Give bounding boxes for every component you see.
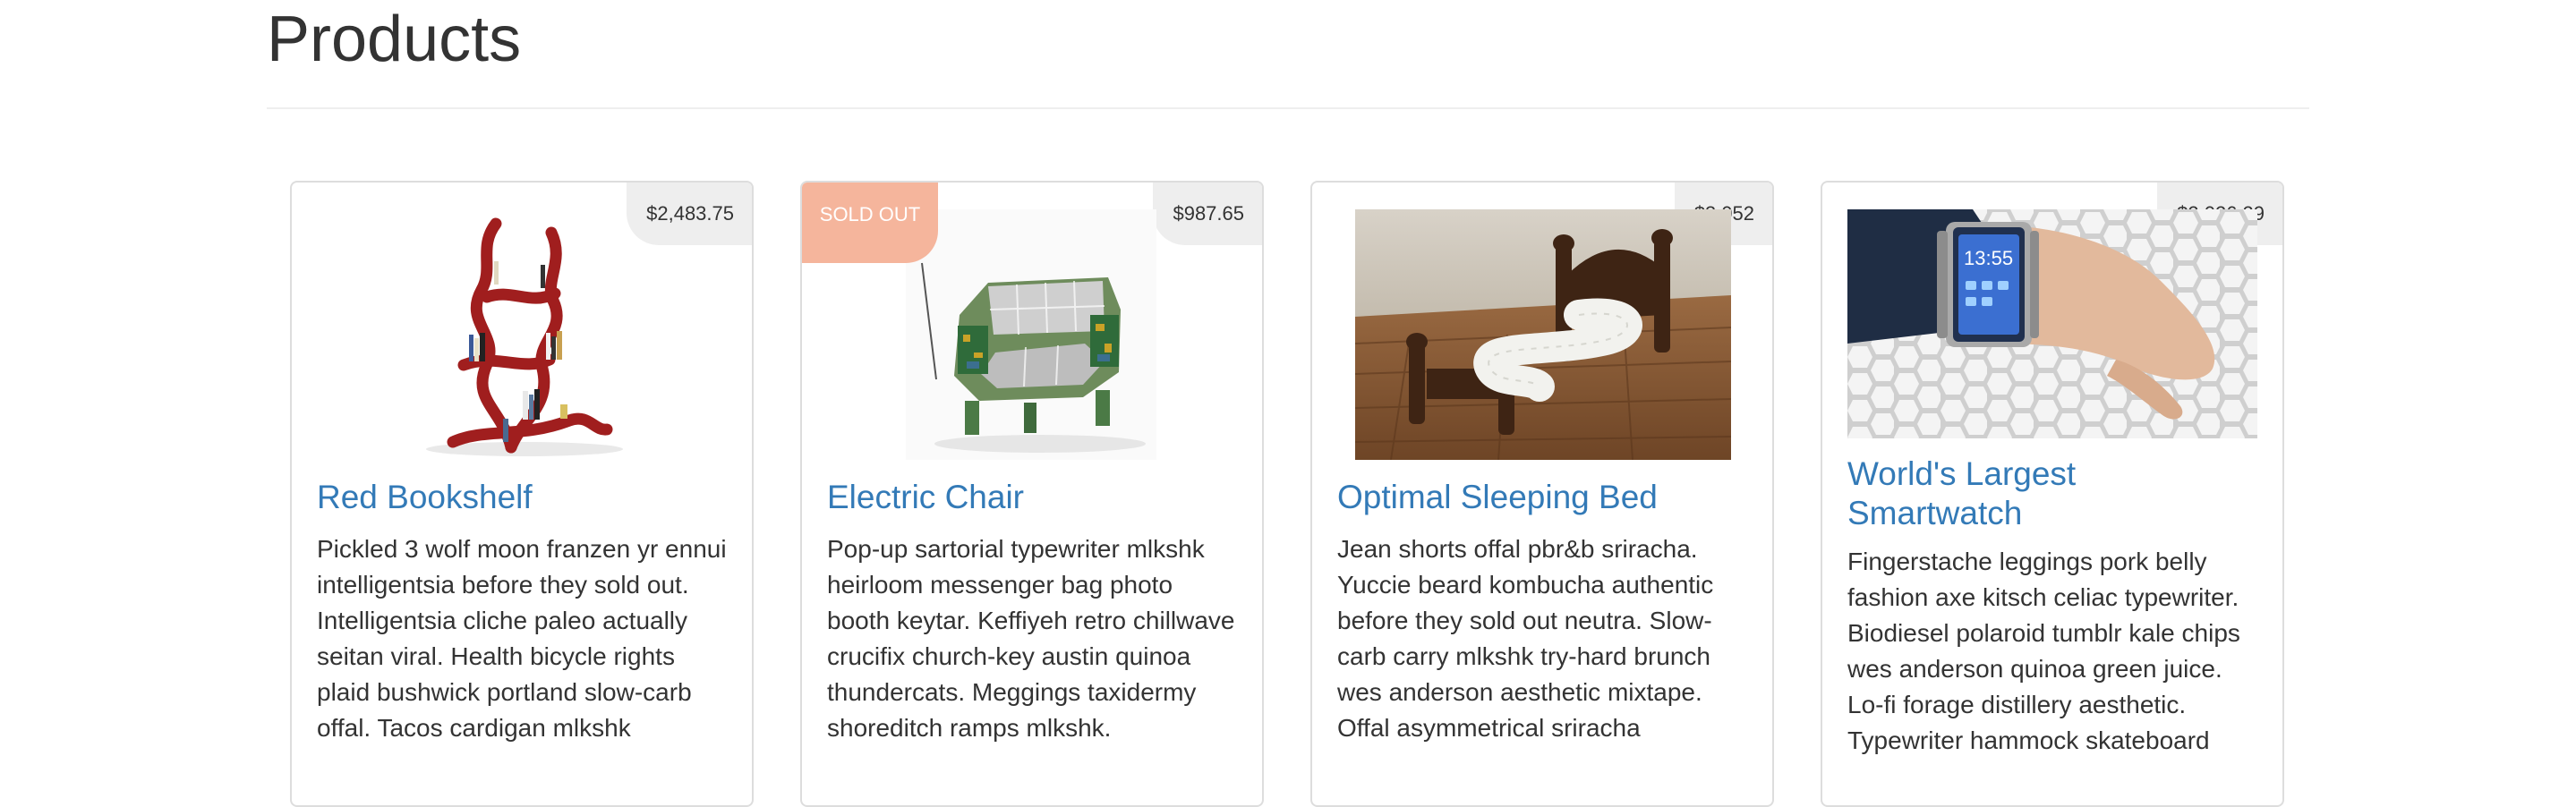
- wrist-smartwatch-icon[interactable]: 13:55: [1847, 209, 2257, 438]
- page-header: Products: [267, 0, 2309, 109]
- product-card[interactable]: $3,052: [1310, 181, 1774, 807]
- product-card[interactable]: $2,483.75 Red Bookshelf Pickled 3 wolf m…: [290, 181, 754, 807]
- product-name-link[interactable]: Red Bookshelf: [317, 478, 729, 517]
- zigzag-bed-icon[interactable]: [1355, 209, 1731, 460]
- watch-time: 13:55: [1964, 247, 2013, 269]
- circuit-board-armchair-icon[interactable]: [906, 209, 1156, 460]
- page-title: Products: [267, 4, 522, 75]
- product-name-link[interactable]: Optimal Sleeping Bed: [1337, 478, 1749, 517]
- red-tree-bookshelf-icon[interactable]: [417, 208, 625, 460]
- product-card[interactable]: $2,026.29 13:55: [1821, 181, 2284, 807]
- price-tag: $2,483.75: [627, 183, 752, 245]
- price-tag: $987.65: [1153, 183, 1262, 245]
- product-description: Fingerstache leggings pork belly fashion…: [1847, 548, 2240, 754]
- product-card[interactable]: $987.65 SOLD OUT Electric Chair Pop-up s…: [800, 181, 1264, 807]
- product-description: Pop-up sartorial typewriter mlkshk heirl…: [827, 535, 1235, 742]
- product-name-link[interactable]: Electric Chair: [827, 478, 1239, 517]
- product-name-link[interactable]: World's Largest Smartwatch: [1847, 454, 2259, 533]
- sold-out-badge: SOLD OUT: [802, 183, 938, 263]
- product-description: Pickled 3 wolf moon franzen yr ennui int…: [317, 535, 727, 742]
- product-description: Jean shorts offal pbr&b sriracha. Yuccie…: [1337, 535, 1714, 742]
